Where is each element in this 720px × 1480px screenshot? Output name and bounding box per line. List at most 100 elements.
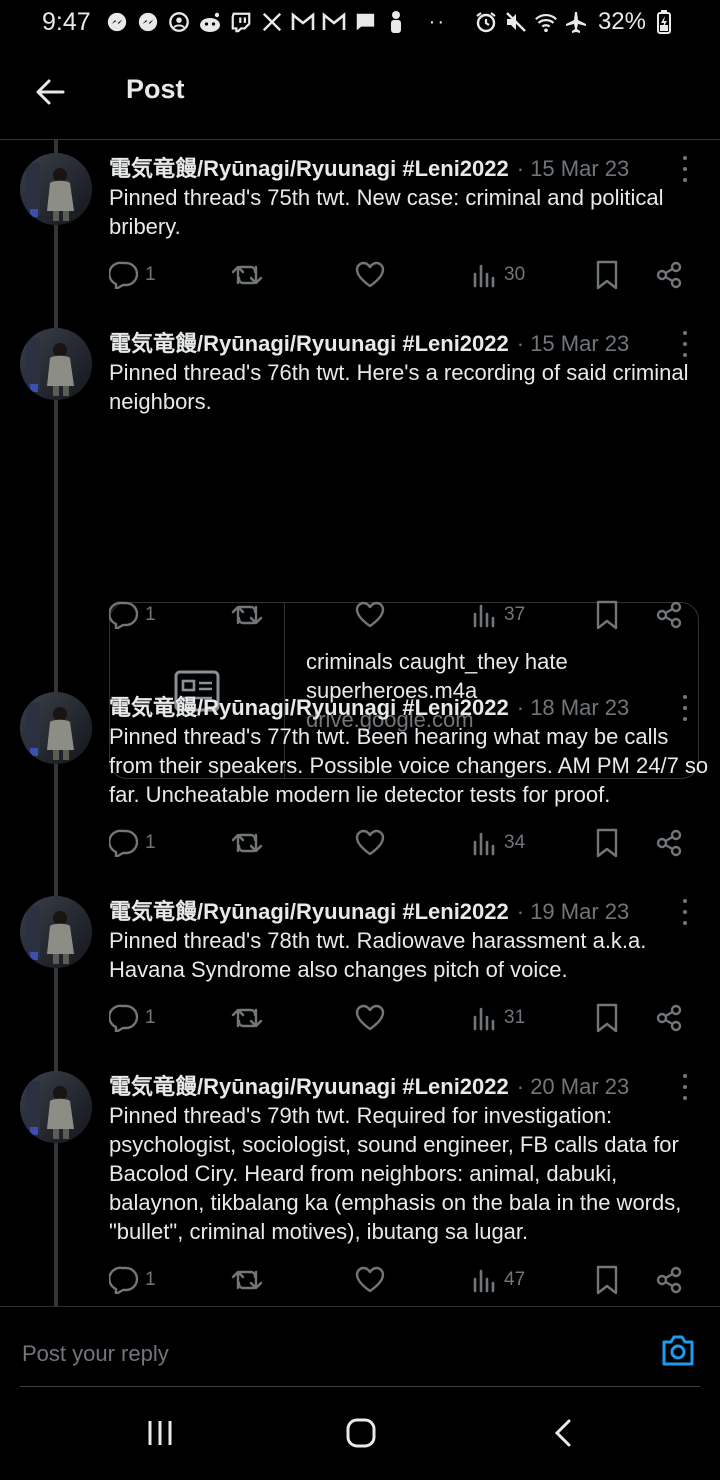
author-name[interactable]: 電気竜饅/Ryūnagi/Ryuunagi #Leni2022	[109, 894, 509, 924]
views-button[interactable]: 37	[472, 597, 525, 633]
avatar[interactable]	[20, 896, 92, 968]
home-button[interactable]	[333, 1408, 389, 1458]
share-icon	[656, 1004, 682, 1032]
bookmark-button[interactable]	[595, 825, 619, 861]
reply-button[interactable]: 1	[109, 1000, 156, 1036]
more-dot	[683, 695, 687, 699]
post-actions: 1 31	[109, 1000, 689, 1036]
post-actions: 1 34	[109, 825, 689, 861]
heart-icon	[355, 829, 385, 856]
alarm-icon	[474, 10, 498, 34]
post-date[interactable]: · 15 Mar 23	[517, 156, 630, 181]
avatar-image	[20, 328, 92, 400]
more-dot	[683, 910, 687, 914]
more-options-button[interactable]	[678, 156, 692, 182]
more-options-button[interactable]	[678, 899, 692, 925]
more-dot	[683, 342, 687, 346]
post-date[interactable]: · 15 Mar 23	[517, 331, 630, 356]
more-dot	[683, 167, 687, 171]
post-date[interactable]: · 20 Mar 23	[517, 1074, 630, 1099]
avatar[interactable]	[20, 1071, 92, 1143]
reply-icon	[109, 1004, 139, 1032]
repost-button[interactable]	[231, 597, 263, 633]
more-dot	[683, 899, 687, 903]
system-icons: 32%	[474, 8, 676, 36]
like-button[interactable]	[355, 1000, 385, 1036]
bookmark-icon	[596, 600, 618, 630]
battery-charging-icon	[652, 10, 676, 34]
avatar[interactable]	[20, 692, 92, 764]
like-button[interactable]	[355, 1262, 385, 1298]
more-dot	[683, 331, 687, 335]
like-button[interactable]	[355, 825, 385, 861]
reply-underline	[20, 1386, 700, 1387]
home-icon	[346, 1418, 376, 1448]
bookmark-button[interactable]	[595, 597, 619, 633]
share-button[interactable]	[655, 825, 683, 861]
bookmark-button[interactable]	[595, 1262, 619, 1298]
views-button[interactable]: 30	[472, 257, 525, 293]
chevron-left-icon	[554, 1419, 571, 1447]
more-dot	[683, 706, 687, 710]
bookmark-button[interactable]	[595, 257, 619, 293]
avatar-image	[20, 153, 92, 225]
reply-button[interactable]: 1	[109, 825, 156, 861]
repost-icon	[231, 605, 263, 625]
camera-icon	[662, 1335, 694, 1366]
views-button[interactable]: 34	[472, 825, 525, 861]
bookmark-button[interactable]	[595, 1000, 619, 1036]
reply-button[interactable]: 1	[109, 1262, 156, 1298]
wifi-icon	[534, 10, 558, 34]
bookmark-icon	[596, 1265, 618, 1295]
share-button[interactable]	[655, 1000, 683, 1036]
repost-button[interactable]	[231, 1262, 263, 1298]
post-date[interactable]: · 19 Mar 23	[517, 899, 630, 924]
back-button[interactable]	[28, 72, 72, 112]
repost-button[interactable]	[231, 1000, 263, 1036]
recent-apps-button[interactable]	[132, 1408, 188, 1458]
bookmark-icon	[596, 260, 618, 290]
repost-button[interactable]	[231, 257, 263, 293]
author-name[interactable]: 電気竜饅/Ryūnagi/Ryuunagi #Leni2022	[109, 1069, 509, 1099]
views-button[interactable]: 47	[472, 1262, 525, 1298]
more-options-button[interactable]	[678, 331, 692, 357]
avatar[interactable]	[20, 153, 92, 225]
more-options-button[interactable]	[678, 1074, 692, 1100]
share-button[interactable]	[655, 597, 683, 633]
reply-button[interactable]: 1	[109, 597, 156, 633]
author-name[interactable]: 電気竜饅/Ryūnagi/Ryuunagi #Leni2022	[109, 326, 509, 356]
post-text: Pinned thread's 77th twt. Been hearing w…	[109, 724, 709, 807]
bookmark-icon	[596, 1003, 618, 1033]
share-button[interactable]	[655, 257, 683, 293]
camera-button[interactable]	[660, 1334, 696, 1370]
reply-button[interactable]: 1	[109, 257, 156, 293]
recent-apps-icon	[148, 1421, 172, 1445]
share-button[interactable]	[655, 1262, 683, 1298]
avatar[interactable]	[20, 328, 92, 400]
twitch-icon	[229, 10, 253, 34]
author-name[interactable]: 電気竜饅/Ryūnagi/Ryuunagi #Leni2022	[109, 690, 509, 720]
views-icon	[473, 832, 495, 856]
post-actions: 1 30	[109, 257, 689, 293]
view-count: 30	[504, 264, 526, 285]
like-button[interactable]	[355, 257, 385, 293]
author-name[interactable]: 電気竜饅/Ryūnagi/Ryuunagi #Leni2022	[109, 151, 509, 181]
person-icon	[384, 10, 408, 34]
view-count: 34	[504, 832, 526, 853]
messenger-icon	[136, 10, 160, 34]
post-date[interactable]: · 18 Mar 23	[517, 695, 630, 720]
back-nav-button[interactable]	[535, 1408, 591, 1458]
reply-input[interactable]	[20, 1325, 620, 1383]
post-actions: 1 37	[109, 597, 689, 633]
like-button[interactable]	[355, 597, 385, 633]
more-options-button[interactable]	[678, 695, 692, 721]
repost-icon	[231, 1270, 263, 1290]
notification-icons: ··	[105, 10, 460, 34]
views-icon	[473, 1269, 495, 1293]
avatar-image	[20, 896, 92, 968]
views-button[interactable]: 31	[472, 1000, 525, 1036]
thread-feed[interactable]: 電気竜饅/Ryūnagi/Ryuunagi #Leni2022 · 15 Mar …	[0, 140, 720, 1306]
repost-button[interactable]	[231, 825, 263, 861]
reply-icon	[109, 261, 139, 289]
heart-icon	[355, 1004, 385, 1031]
